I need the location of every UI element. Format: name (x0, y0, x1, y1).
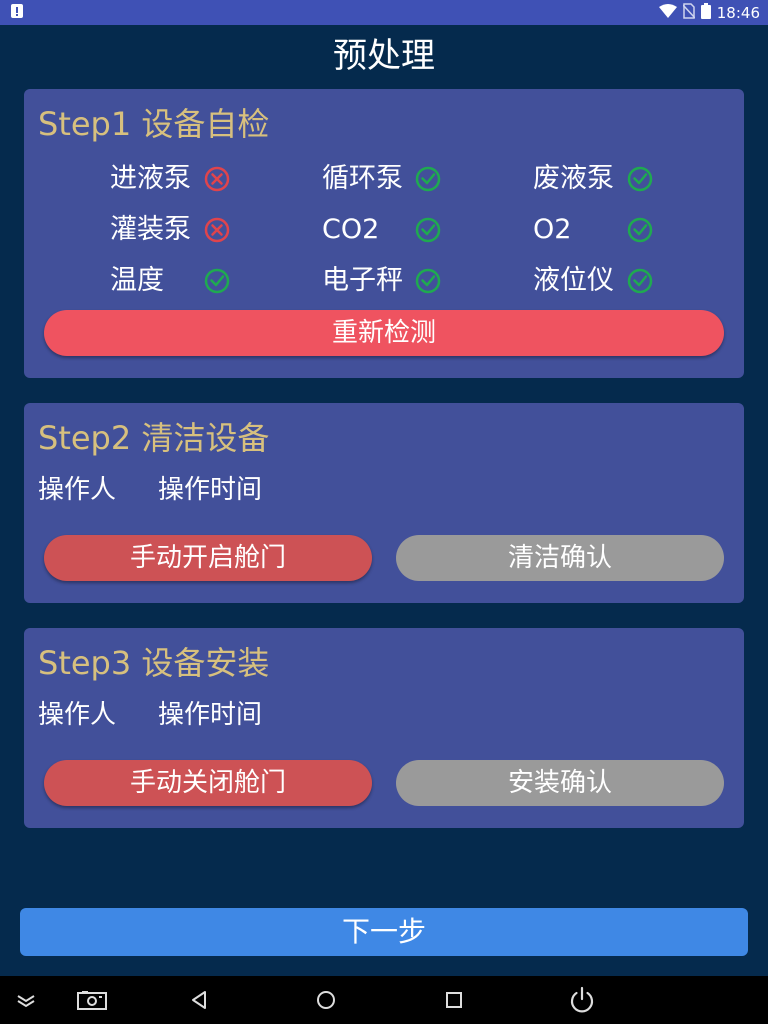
check-item-label: 电子秤 (322, 265, 403, 296)
status-bar: 18:46 (0, 0, 768, 25)
check-item-temperature: 温度 (110, 261, 310, 301)
install-confirm-button[interactable]: 安装确认 (396, 760, 724, 806)
operator-label: 操作人 (38, 475, 117, 505)
operation-time-label: 操作时间 (158, 475, 263, 505)
status-time: 18:46 (716, 3, 760, 22)
check-item-circulation-pump: 循环泵 (322, 159, 522, 199)
ok-icon (204, 268, 230, 294)
back-icon[interactable] (186, 988, 214, 1012)
collapse-icon[interactable] (12, 988, 40, 1012)
check-item-label: 温度 (110, 265, 164, 296)
wifi-icon (658, 3, 677, 22)
check-item-scale: 电子秤 (322, 261, 522, 301)
operator-label: 操作人 (38, 700, 117, 730)
ok-icon (415, 166, 441, 192)
home-icon[interactable] (312, 988, 340, 1012)
recheck-button[interactable]: 重新检测 (44, 310, 724, 356)
ok-icon (627, 217, 653, 243)
check-item-filling-pump: 灌装泵 (110, 210, 310, 250)
check-item-o2: O2 (533, 210, 733, 250)
navigation-bar (0, 976, 768, 1024)
operation-time-label: 操作时间 (158, 700, 263, 730)
check-item-label: 液位仪 (533, 265, 614, 296)
check-item-level-meter: 液位仪 (533, 261, 733, 301)
ok-icon (415, 268, 441, 294)
battery-icon (700, 2, 711, 23)
check-item-inlet-pump: 进液泵 (110, 159, 310, 199)
step1-heading: Step1 设备自检 (38, 105, 270, 143)
self-check-grid: 进液泵 循环泵 废液泵 灌装泵 CO2 O2 温度 电子秤 液位仪 (24, 159, 744, 319)
check-item-label: 进液泵 (110, 163, 191, 194)
step2-card: Step2 清洁设备 操作人 操作时间 手动开启舱门 清洁确认 (24, 403, 744, 603)
step2-operation-info: 操作人 操作时间 (38, 470, 304, 510)
check-item-label: 灌装泵 (110, 214, 191, 245)
step3-heading: Step3 设备安装 (38, 644, 270, 682)
check-item-label: O2 (533, 214, 572, 245)
status-icons: 18:46 (658, 2, 760, 23)
check-item-label: 废液泵 (533, 163, 614, 194)
ok-icon (415, 217, 441, 243)
next-step-button[interactable]: 下一步 (20, 908, 748, 956)
check-item-label: CO2 (322, 214, 380, 245)
close-door-button[interactable]: 手动关闭舱门 (44, 760, 372, 806)
check-item-waste-pump: 废液泵 (533, 159, 733, 199)
screenshot-icon[interactable] (76, 988, 108, 1012)
step2-heading: Step2 清洁设备 (38, 419, 270, 457)
error-icon (204, 166, 230, 192)
recent-apps-icon[interactable] (440, 988, 468, 1012)
check-item-label: 循环泵 (322, 163, 403, 194)
no-sim-icon (682, 2, 696, 23)
ok-icon (627, 268, 653, 294)
step1-card: Step1 设备自检 进液泵 循环泵 废液泵 灌装泵 CO2 O2 温度 电子秤… (24, 89, 744, 378)
notification-icon (10, 3, 24, 23)
check-item-co2: CO2 (322, 210, 522, 250)
step3-card: Step3 设备安装 操作人 操作时间 手动关闭舱门 安装确认 (24, 628, 744, 828)
error-icon (204, 217, 230, 243)
open-door-button[interactable]: 手动开启舱门 (44, 535, 372, 581)
clean-confirm-button[interactable]: 清洁确认 (396, 535, 724, 581)
power-icon[interactable] (568, 985, 596, 1015)
step3-operation-info: 操作人 操作时间 (38, 695, 304, 735)
page-title: 预处理 (333, 36, 435, 76)
ok-icon (627, 166, 653, 192)
